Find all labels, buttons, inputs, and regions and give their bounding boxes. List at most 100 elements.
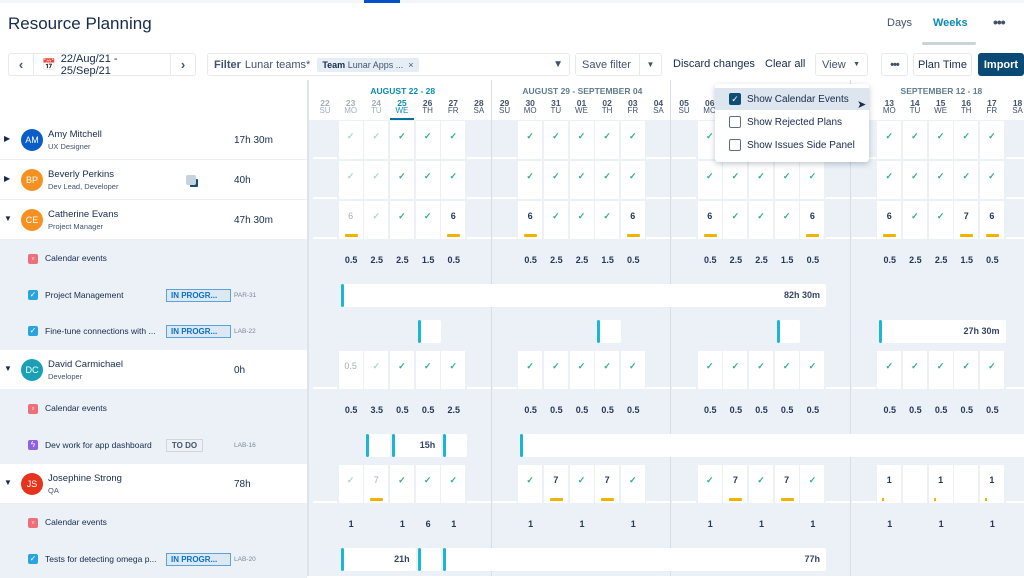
day-header[interactable]: 28 SA [467, 99, 491, 115]
day-cell[interactable]: ✓ [415, 351, 441, 389]
user-row[interactable]: ▶ AM Amy Mitchell UX Designer 17h 30m [0, 120, 307, 160]
day-header[interactable]: 18 SA [1006, 99, 1024, 115]
day-cell[interactable]: 6 [338, 201, 364, 239]
day-cell[interactable]: ✓ [979, 121, 1005, 159]
day-cell[interactable]: ✓ [620, 465, 646, 503]
next-period-button[interactable]: › [171, 57, 195, 72]
day-cell[interactable]: ✓ [543, 351, 569, 389]
day-cell[interactable]: 0.5 [338, 351, 364, 389]
allocation-bar[interactable] [417, 548, 442, 571]
toolbar-more-button[interactable]: ••• [881, 53, 908, 76]
day-cell[interactable] [902, 465, 928, 503]
day-cell[interactable]: ✓ [902, 201, 928, 239]
day-header[interactable]: 01 WE [570, 99, 594, 115]
allocation-bar[interactable] [417, 320, 442, 343]
bar-resize-handle[interactable] [366, 434, 370, 457]
day-cell[interactable]: ✓ [441, 465, 467, 503]
day-header[interactable]: 29 SU [493, 99, 517, 115]
menu-item-show-rejected-plans[interactable]: Show Rejected Plans [715, 111, 869, 133]
day-cell[interactable]: ✓ [415, 201, 441, 239]
day-cell[interactable]: ✓ [723, 161, 749, 199]
user-row[interactable]: ▼ CE Catherine Evans Project Manager 47h 30m [0, 200, 307, 240]
save-filter-dropdown-icon[interactable]: ▼ [639, 54, 661, 75]
day-cell[interactable]: 6 [518, 201, 544, 239]
day-cell[interactable]: ✓ [723, 201, 749, 239]
task-row[interactable]: ✓ Project Management IN PROGR... PAR-31 [0, 278, 307, 314]
day-cell[interactable]: ✓ [441, 351, 467, 389]
tab-days[interactable]: Days [887, 17, 912, 29]
day-cell[interactable]: ✓ [877, 121, 903, 159]
chip-remove-icon[interactable]: × [408, 60, 413, 70]
day-cell[interactable]: ✓ [928, 351, 954, 389]
day-header[interactable]: 02 TH [595, 99, 619, 115]
allocation-bar[interactable] [776, 320, 801, 343]
day-cell[interactable]: ✓ [389, 201, 415, 239]
task-row[interactable]: ϟ Dev work for app dashboard TO DO LAB-16 [0, 428, 307, 464]
day-cell[interactable]: 1 [979, 465, 1005, 503]
day-cell[interactable]: ✓ [620, 351, 646, 389]
day-cell[interactable]: ✓ [415, 161, 441, 199]
day-cell[interactable]: ✓ [928, 121, 954, 159]
day-cell[interactable]: ✓ [697, 161, 723, 199]
day-cell[interactable]: ✓ [569, 465, 595, 503]
allocation-bar[interactable]: 77h [443, 548, 826, 571]
day-cell[interactable]: ✓ [569, 161, 595, 199]
day-cell[interactable]: ✓ [518, 465, 544, 503]
bar-resize-handle[interactable] [597, 320, 601, 343]
day-cell[interactable]: ✓ [595, 161, 621, 199]
previous-period-button[interactable]: ‹ [9, 57, 33, 72]
bar-resize-handle[interactable] [443, 434, 447, 457]
day-cell[interactable]: ✓ [364, 201, 390, 239]
user-row[interactable]: ▶ BP Beverly Perkins Dev Lead, Developer 40h [0, 160, 307, 200]
allocation-bar[interactable]: 27h 30m [879, 320, 1006, 343]
day-cell[interactable]: ✓ [749, 201, 775, 239]
day-cell[interactable]: ✓ [620, 121, 646, 159]
day-cell[interactable]: ✓ [749, 465, 775, 503]
day-cell[interactable]: ✓ [389, 465, 415, 503]
day-cell[interactable]: ✓ [389, 351, 415, 389]
day-cell[interactable]: ✓ [697, 465, 723, 503]
day-cell[interactable]: ✓ [877, 161, 903, 199]
day-cell[interactable]: ✓ [595, 121, 621, 159]
bar-resize-handle[interactable] [417, 320, 421, 343]
day-cell[interactable]: ✓ [800, 465, 826, 503]
day-cell[interactable]: ✓ [902, 161, 928, 199]
day-cell[interactable]: ✓ [389, 121, 415, 159]
task-row[interactable]: ✓ Fine-tune connections with ... IN PROGR.… [0, 314, 307, 350]
day-header[interactable]: 22 SU [313, 99, 337, 115]
day-cell[interactable]: ✓ [543, 201, 569, 239]
day-cell[interactable]: ✓ [979, 351, 1005, 389]
collapse-icon[interactable]: ▼ [4, 478, 12, 487]
task-status-badge[interactable]: IN PROGR... [166, 325, 231, 338]
collapse-icon[interactable]: ▼ [4, 214, 12, 223]
day-cell[interactable]: ✓ [569, 121, 595, 159]
day-cell[interactable]: ✓ [364, 121, 390, 159]
day-cell[interactable]: ✓ [518, 121, 544, 159]
day-cell[interactable]: ✓ [928, 161, 954, 199]
day-header[interactable]: 05 SU [672, 99, 696, 115]
allocation-bar[interactable] [597, 320, 621, 343]
day-header[interactable]: 13 MO [877, 99, 901, 115]
day-cell[interactable]: ✓ [543, 161, 569, 199]
save-filter-button[interactable]: Save filter ▼ [575, 53, 662, 76]
task-status-badge[interactable]: TO DO [166, 439, 203, 452]
day-cell[interactable]: ✓ [774, 161, 800, 199]
allocation-bar[interactable]: 82h 30m [340, 284, 826, 307]
day-cell[interactable]: ✓ [902, 121, 928, 159]
day-cell[interactable]: 7 [954, 201, 980, 239]
day-cell[interactable]: ✓ [338, 161, 364, 199]
plan-status-icon[interactable] [186, 175, 196, 185]
day-cell[interactable]: 7 [364, 465, 390, 503]
day-cell[interactable]: ✓ [749, 351, 775, 389]
discard-changes-button[interactable]: Discard changes [673, 58, 755, 70]
team-filter-chip[interactable]: Team Lunar Apps ... × [317, 57, 419, 72]
day-cell[interactable]: ✓ [800, 161, 826, 199]
day-cell[interactable]: ✓ [569, 201, 595, 239]
checkbox[interactable] [729, 139, 741, 151]
day-cell[interactable]: ✓ [338, 121, 364, 159]
more-options-button[interactable]: ••• [993, 14, 1006, 30]
date-range-field[interactable]: 📅 22/Aug/21 - 25/Sep/21 [33, 53, 171, 77]
issue-key[interactable]: LAB-16 [234, 442, 256, 449]
day-header[interactable]: 24 TU [364, 99, 388, 115]
bar-resize-handle[interactable] [520, 434, 524, 457]
